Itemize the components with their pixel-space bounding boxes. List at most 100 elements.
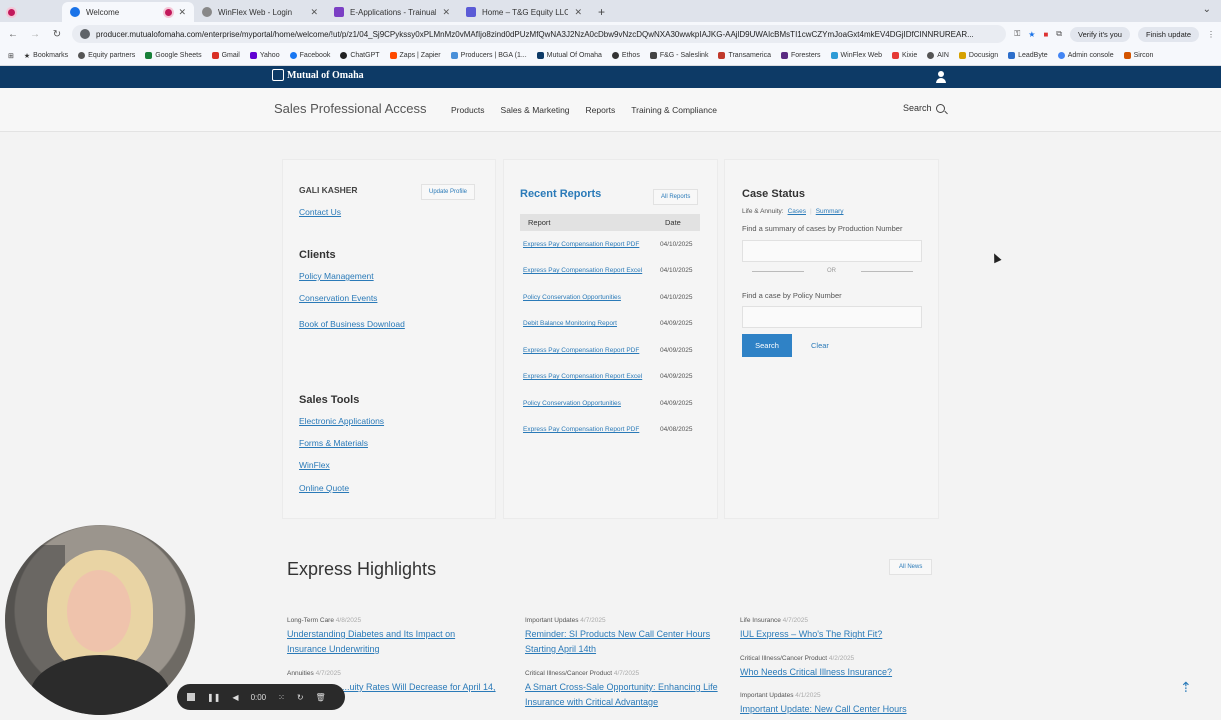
report-link[interactable]: Express Pay Compensation Report PDF <box>523 347 639 354</box>
bookmark-item[interactable]: Transamerica <box>718 52 771 59</box>
bookmark-item[interactable]: F&G - Saleslink <box>649 52 708 59</box>
user-icon[interactable] <box>935 71 947 83</box>
apps-icon[interactable]: ⊞ <box>8 52 14 60</box>
bookmark-item[interactable]: Equity partners <box>78 52 135 59</box>
report-link[interactable]: Express Pay Compensation Report PDF <box>523 426 639 433</box>
chevron-down-icon[interactable]: ⌄ <box>1203 4 1211 15</box>
grid-icon[interactable]: ⁙ <box>278 693 285 702</box>
bookmark-item[interactable]: Docusign <box>958 52 998 59</box>
reports-table-header: Report Date <box>520 214 700 231</box>
electronic-applications-link[interactable]: Electronic Applications <box>299 416 384 426</box>
bookmark-label: Ethos <box>621 52 640 59</box>
news-link[interactable]: Understanding Diabetes and Its Impact on… <box>287 627 497 657</box>
bookmark-item[interactable]: Producers | BGA (1... <box>450 52 527 59</box>
policy-number-input[interactable] <box>742 306 922 328</box>
mute-icon[interactable]: ◀ <box>232 693 238 702</box>
close-tab-icon[interactable]: ✕ <box>574 7 582 18</box>
trash-icon[interactable]: 🗑 <box>316 693 326 702</box>
bookmark-item[interactable]: Sircon <box>1123 52 1153 59</box>
bookmark-item[interactable]: Zaps | Zapier <box>389 52 441 59</box>
news-link[interactable]: Who Needs Critical Illness Insurance? <box>740 665 940 680</box>
news-link[interactable]: Important Update: New Call Center Hours <box>740 702 940 717</box>
tab-welcome[interactable]: Welcome ✕ <box>62 2 194 22</box>
close-tab-icon[interactable]: ✕ <box>178 7 186 18</box>
policy-management-link[interactable]: Policy Management <box>299 271 374 281</box>
pause-icon[interactable]: ❚❚ <box>207 693 220 702</box>
tab-tg-equity[interactable]: Home – T&G Equity LLC – Si ✕ <box>458 2 590 22</box>
facebook-icon <box>289 52 297 59</box>
bookmark-item[interactable]: Kixie <box>892 52 917 59</box>
book-of-business-link[interactable]: Book of Business Download <box>299 319 405 329</box>
reload-icon[interactable]: ↻ <box>50 29 64 40</box>
nav-sales-marketing[interactable]: Sales & Marketing <box>501 105 570 115</box>
bookmark-item[interactable]: Google Sheets <box>145 52 202 59</box>
new-tab-icon[interactable]: + <box>590 2 613 22</box>
webcam-overlay[interactable] <box>5 525 195 715</box>
bookmark-item[interactable]: Gmail <box>211 52 240 59</box>
site-nav: Sales Professional Access Products Sales… <box>0 88 1221 132</box>
bookmark-item[interactable]: Mutual Of Omaha <box>536 52 602 59</box>
bookmark-item[interactable]: Ethos <box>611 52 640 59</box>
finish-update-button[interactable]: Finish update <box>1137 26 1199 42</box>
site-search[interactable]: Search <box>903 103 945 113</box>
production-number-input[interactable] <box>742 240 922 262</box>
nav-products[interactable]: Products <box>451 105 485 115</box>
report-link[interactable]: Express Pay Compensation Report PDF <box>523 241 639 248</box>
bookmark-label: Facebook <box>299 52 331 59</box>
bookmark-item[interactable]: Admin console <box>1057 52 1114 59</box>
bookmark-item[interactable]: AIN <box>927 52 949 59</box>
winflex-link[interactable]: WinFlex <box>299 460 330 470</box>
news-link[interactable]: Reminder: SI Products New Call Center Ho… <box>525 627 725 657</box>
close-tab-icon[interactable]: ✕ <box>310 7 318 18</box>
close-tab-icon[interactable]: ✕ <box>442 7 450 18</box>
report-link[interactable]: Debit Balance Monitoring Report <box>523 320 617 327</box>
stop-icon[interactable] <box>187 693 195 701</box>
transamerica-icon <box>718 52 726 59</box>
restart-icon[interactable]: ↻ <box>297 693 304 702</box>
news-item: Critical Illness/Cancer Product 4/2/2025… <box>740 655 940 680</box>
tab-recording[interactable] <box>0 2 62 22</box>
bookmark-item[interactable]: Facebook <box>289 52 331 59</box>
bookmark-label: Zaps | Zapier <box>399 52 441 59</box>
contact-us-link[interactable]: Contact Us <box>299 207 341 217</box>
report-link[interactable]: Policy Conservation Opportunities <box>523 400 621 407</box>
update-profile-button[interactable]: Update Profile <box>421 184 476 200</box>
online-quote-link[interactable]: Online Quote <box>299 483 349 493</box>
report-link[interactable]: Express Pay Compensation Report Excel <box>523 373 642 380</box>
verify-button[interactable]: Verify it's you <box>1070 26 1130 42</box>
news-link[interactable]: IUL Express – Who's The Right Fit? <box>740 627 940 642</box>
conservation-events-link[interactable]: Conservation Events <box>299 293 377 303</box>
bookmark-item[interactable]: Foresters <box>780 52 821 59</box>
bookmark-item[interactable]: WinFlex Web <box>830 52 882 59</box>
back-icon[interactable]: ← <box>6 29 20 40</box>
report-link[interactable]: Express Pay Compensation Report Excel <box>523 267 642 274</box>
bookmark-item[interactable]: Yahoo <box>249 52 280 59</box>
all-reports-button[interactable]: All Reports <box>653 189 699 205</box>
menu-icon[interactable]: ⋮ <box>1207 30 1215 39</box>
summary-link[interactable]: Summary <box>816 208 844 215</box>
news-link[interactable]: A Smart Cross-Sale Opportunity: Enhancin… <box>525 680 725 710</box>
forms-materials-link[interactable]: Forms & Materials <box>299 438 368 448</box>
extension-icon[interactable]: ■ <box>1043 30 1048 39</box>
nav-reports[interactable]: Reports <box>586 105 616 115</box>
all-news-button[interactable]: All News <box>889 559 933 575</box>
puzzle-icon[interactable]: ⧉ <box>1056 29 1062 39</box>
cases-link[interactable]: Cases <box>788 208 806 215</box>
url-input[interactable]: producer.mutualofomaha.com/enterprise/my… <box>72 25 1007 43</box>
search-button[interactable]: Search <box>742 334 792 357</box>
bookmark-item[interactable]: ChatGPT <box>340 52 380 59</box>
star-icon[interactable]: ★ <box>1028 30 1035 39</box>
bookmark-item[interactable]: LeadByte <box>1008 52 1048 59</box>
nav-training-compliance[interactable]: Training & Compliance <box>631 105 717 115</box>
bookmark-item[interactable]: ★ Bookmarks <box>24 52 68 60</box>
clear-button[interactable]: Clear <box>811 341 829 350</box>
scroll-to-top-icon[interactable]: ⇡ <box>1180 679 1196 695</box>
mutual-logo[interactable]: Mutual of Omaha <box>272 69 364 81</box>
site-info-icon[interactable] <box>80 29 90 39</box>
report-link[interactable]: Policy Conservation Opportunities <box>523 294 621 301</box>
forward-icon[interactable]: → <box>28 29 42 40</box>
tab-winflex[interactable]: WinFlex Web - Login ✕ <box>194 2 326 22</box>
tab-trainual[interactable]: E-Applications - Trainual ✕ <box>326 2 458 22</box>
brand-title[interactable]: Sales Professional Access <box>274 101 426 116</box>
key-icon[interactable]: ⚿ <box>1014 29 1020 39</box>
